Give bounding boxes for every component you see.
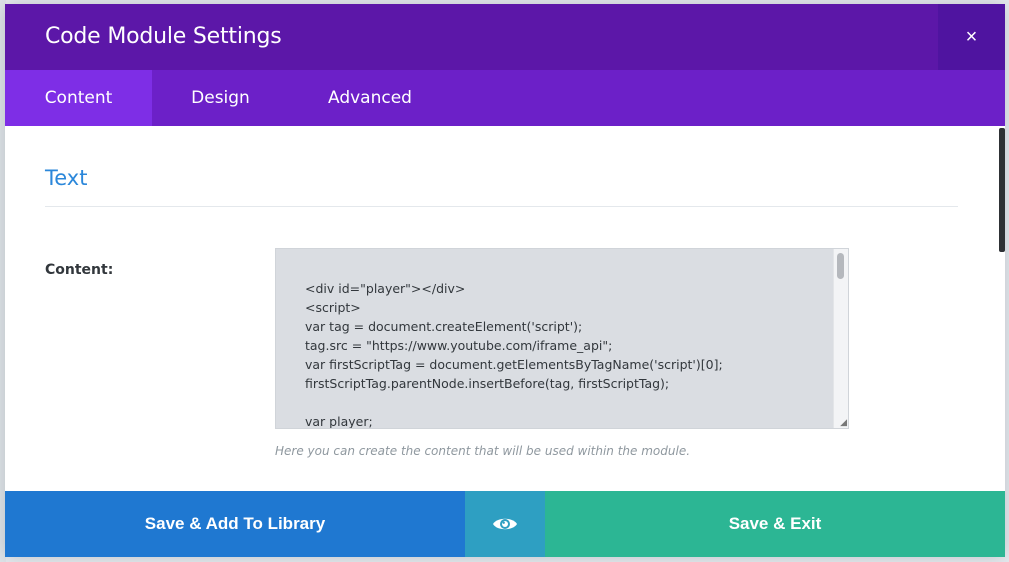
tab-bar: Content Design Advanced <box>5 70 1005 126</box>
content-field-label: Content: <box>45 262 114 278</box>
modal-header: Code Module Settings × <box>5 4 1005 70</box>
resize-grip-icon[interactable]: ◢ <box>837 417 847 427</box>
code-module-settings-modal: Code Module Settings × Content Design Ad… <box>5 4 1005 557</box>
tab-label: Design <box>191 88 250 108</box>
content-field-description: Here you can create the content that wil… <box>275 444 691 458</box>
save-add-to-library-button[interactable]: Save & Add To Library <box>5 491 465 557</box>
close-icon: × <box>965 25 978 48</box>
tab-label: Content <box>44 88 113 108</box>
eye-icon <box>493 518 517 530</box>
modal-scrollbar-thumb[interactable] <box>999 128 1005 252</box>
modal-title: Code Module Settings <box>45 24 282 49</box>
code-content-text[interactable]: <div id="player"></div> <script> var tag… <box>305 279 723 428</box>
tab-label: Advanced <box>328 88 412 108</box>
preview-button[interactable] <box>465 491 545 557</box>
save-add-to-library-label: Save & Add To Library <box>144 514 326 533</box>
code-scrollbar-thumb[interactable] <box>837 253 844 279</box>
save-exit-button[interactable]: Save & Exit <box>545 491 1005 557</box>
modal-scrollbar[interactable] <box>998 126 1005 490</box>
section-divider <box>45 206 958 207</box>
tab-design[interactable]: Design <box>152 70 289 126</box>
close-button[interactable]: × <box>938 4 1005 70</box>
code-scrollbar[interactable] <box>833 249 848 428</box>
code-content-textarea[interactable]: <div id="player"></div> <script> var tag… <box>275 248 849 429</box>
modal-footer: Save & Add To Library Save & Exit <box>5 491 1005 557</box>
tab-advanced[interactable]: Advanced <box>289 70 451 126</box>
section-title[interactable]: Text <box>45 166 87 190</box>
tab-content[interactable]: Content <box>5 70 152 126</box>
save-exit-label: Save & Exit <box>728 514 822 533</box>
